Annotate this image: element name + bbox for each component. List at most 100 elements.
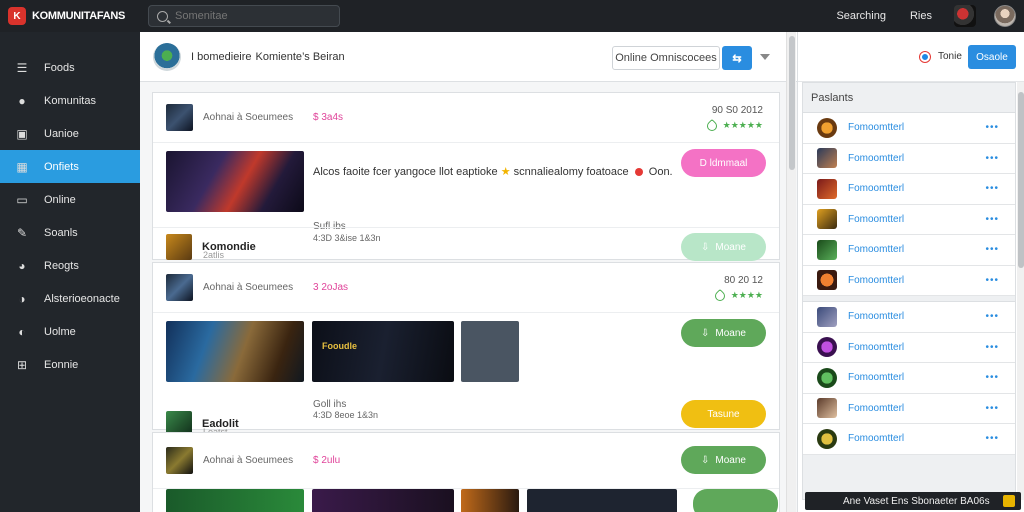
post-author[interactable]: Aohnai à Soeumees [203,112,293,123]
toast-text: Ane Vaset Ens Sbonaeter BA06s [843,495,990,507]
list-item-name: Fomoomtterl [848,433,905,445]
pill-label: Moane [715,454,746,466]
more-icon[interactable]: ••• [985,372,999,383]
swap-button[interactable]: ⇆ [722,46,752,70]
notification-toast[interactable]: Ane Vaset Ens Sbonaeter BA06s [805,492,1021,510]
search-input[interactable] [175,10,325,22]
play-icon [634,168,643,176]
scrollbar-thumb[interactable] [1018,92,1024,268]
scrollbar-thumb[interactable] [789,36,795,170]
list-item[interactable]: Fomoomtterl ••• [803,235,1015,266]
right-panel: Tonie Osaole Paslants Fomoomtterl ••• Fom… [797,32,1024,512]
chevron-down-icon[interactable] [760,54,770,60]
media-label: Fooudle [322,341,357,351]
sidebar-item-alsterioeonacte[interactable]: ◑ Alsterioeonacte [0,282,140,315]
media-image[interactable] [166,151,304,212]
list-item[interactable]: Fomoomtterl ••• [803,393,1015,424]
media-image[interactable] [693,489,778,512]
media-image[interactable] [312,489,454,512]
list-item[interactable]: Fomoomtterl ••• [803,302,1015,333]
more-icon[interactable]: ••• [985,122,999,133]
list-item-name: Fomoomtterl [848,122,905,134]
more-icon[interactable]: ••• [985,275,999,286]
post-code: 80 20 12 [724,275,763,286]
sidebar-item-label: Komunitas [44,94,96,107]
list-item[interactable]: Fomoomtterl ••• [803,174,1015,205]
list-item[interactable]: Fomoomtterl ••• [803,332,1015,363]
more-icon[interactable]: ••• [985,153,999,164]
searching-link[interactable]: Searching [836,10,886,22]
top-bar: K KOMMUNITAFANS Searching Ries [0,0,1024,32]
media-image[interactable] [166,489,304,512]
sidebar-item-online[interactable]: ▭ Online [0,183,140,216]
sidebar-item-reogts[interactable]: ◕ Reogts [0,249,140,282]
media-image[interactable]: Fooudle [312,321,454,382]
search-bar[interactable] [148,5,340,27]
more-icon[interactable]: ••• [985,433,999,444]
app-logo[interactable]: K KOMMUNITAFANS [0,7,140,25]
action-pill-button[interactable]: ⇩ Moane [681,319,766,347]
list-item[interactable]: Fomoomtterl ••• [803,265,1015,296]
avatar [817,117,837,138]
media-image[interactable] [166,321,304,382]
community-avatar[interactable] [153,42,181,71]
game-icon[interactable] [954,5,976,27]
list-item-name: Fomoomtterl [848,341,905,353]
sidebar-item-uanioe[interactable]: ▣ Uanioe [0,117,140,150]
page-subtitle: Komiente’s Beiran [255,50,345,63]
more-icon[interactable]: ••• [985,342,999,353]
right-panel-scrollbar[interactable] [1017,82,1024,500]
sidebar-item-komunitas[interactable]: ● Komunitas [0,84,140,117]
list-item[interactable]: Fomoomtterl ••• [803,204,1015,235]
media-image[interactable] [461,321,519,382]
post-price: 3 2oJas [313,282,349,293]
list-item[interactable]: Fomoomtterl ••• [803,113,1015,144]
sidebar-item-soanls[interactable]: ✎ Soanls [0,216,140,249]
footer-thumbnail[interactable] [166,233,192,260]
more-icon[interactable]: ••• [985,183,999,194]
media-image[interactable] [527,489,677,512]
sidebar-item-foods[interactable]: ☰ Foods [0,51,140,84]
sidebar-item-label: Uanioe [44,127,79,140]
list-item-name: Fomoomtterl [848,372,905,384]
post-thumbnail[interactable] [166,104,193,131]
caption-text-3: Oon. [648,166,673,178]
main-header: I bomedieire Komiente’s Beiran Online Om… [140,32,797,82]
heart-icon[interactable] [704,118,719,133]
action-pill-button[interactable]: ⇩ Moane [681,446,766,474]
sidebar-item-uolme[interactable]: ◐ Uolme [0,315,140,348]
more-icon[interactable]: ••• [985,311,999,322]
footer-pill-button[interactable]: Tasune [681,400,766,428]
sidebar-item-label: Soanls [44,226,78,239]
pill-label: Moane [715,241,746,253]
caption-text-2: scnnaliealomy foatoace [513,166,629,178]
card-header: Aohnai à Soeumees $ 2ulu ⇩ Moane [153,433,779,489]
user-avatar[interactable] [994,5,1016,27]
more-icon[interactable]: ••• [985,214,999,225]
filter-select[interactable]: Online Omniscocees [612,46,720,70]
download-icon: ⇩ [701,327,710,339]
post-author[interactable]: Aohnai à Soeumees [203,455,293,466]
post-thumbnail[interactable] [166,447,193,474]
media-image[interactable] [461,489,519,512]
action-pill-button[interactable]: D ldmmaal [681,149,766,177]
page-title: I bomedieire [191,50,252,63]
main-scrollbar[interactable] [786,32,796,512]
footer-pill-button[interactable]: ⇩ Moane [681,233,766,261]
right-panel-button[interactable]: Osaole [968,45,1016,69]
list-item[interactable]: Fomoomtterl ••• [803,363,1015,394]
search-icon [157,10,168,22]
list-item[interactable]: Fomoomtterl ••• [803,424,1015,455]
ries-link[interactable]: Ries [910,10,932,22]
post-thumbnail[interactable] [166,274,193,301]
more-icon[interactable]: ••• [985,403,999,414]
avatar [817,306,837,327]
more-icon[interactable]: ••• [985,244,999,255]
logo-badge: K [8,7,26,25]
post-author[interactable]: Aohnai à Soeumees [203,282,293,293]
footer-sub: 2atlis [203,250,225,260]
sidebar-item-eonnie[interactable]: ⊞ Eonnie [0,348,140,381]
sidebar-item-onfiets[interactable]: ▦ Onfiets [0,150,146,183]
list-item[interactable]: Fomoomtterl ••• [803,143,1015,174]
heart-icon[interactable] [712,288,727,303]
